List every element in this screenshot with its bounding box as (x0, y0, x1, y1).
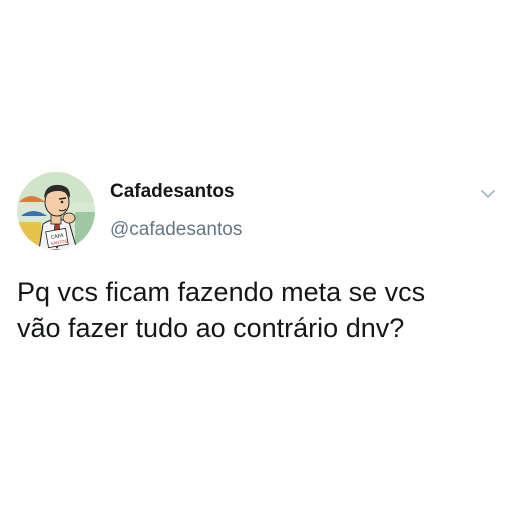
avatar[interactable]: CAFA SANTOS (17, 172, 95, 250)
display-name[interactable]: Cafadesantos (110, 181, 235, 203)
tweet-text-line: Pq vcs ficam fazendo meta se vcs (17, 277, 426, 307)
tweet-menu-button[interactable] (478, 184, 498, 204)
cartoon-man-portrait-icon: CAFA SANTOS (17, 172, 95, 250)
tweet-text: Pq vcs ficam fazendo meta se vcs vão faze… (17, 274, 503, 346)
chevron-down-icon (481, 190, 495, 198)
user-handle[interactable]: @cafadesantos (110, 219, 242, 241)
tweet-text-line: vão fazer tudo ao contrário dnv? (17, 313, 405, 343)
tweet-card: CAFA SANTOS Cafadesantos @cafadesantos P… (0, 0, 512, 512)
